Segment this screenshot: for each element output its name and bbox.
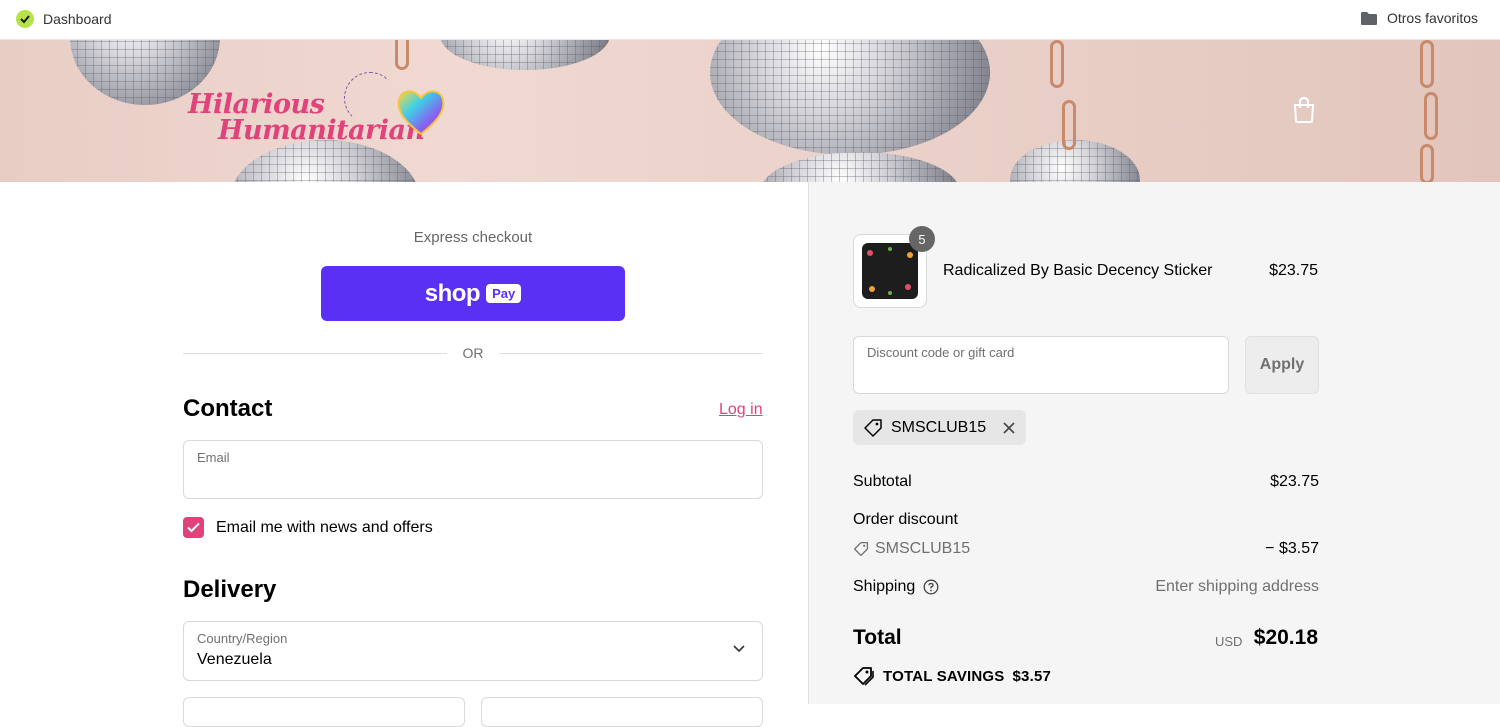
logo-arc-decoration <box>344 72 396 124</box>
chevron-down-icon <box>733 645 745 653</box>
order-discount-label: Order discount <box>853 511 958 528</box>
total-label: Total <box>853 626 902 649</box>
help-icon[interactable] <box>923 579 939 595</box>
sticker-image <box>862 243 918 299</box>
order-discount-row: Order discount <box>853 511 1319 529</box>
applied-discount-code: SMSCLUB15 <box>891 418 987 436</box>
total-savings-value: $3.57 <box>1012 667 1052 685</box>
total-currency: USD <box>1215 634 1243 649</box>
close-icon <box>1003 421 1015 434</box>
shipping-label: Shipping <box>853 578 916 595</box>
or-label: OR <box>462 345 484 361</box>
bookmark-other-favorites-label: Otros favoritos <box>1386 10 1478 26</box>
country-select[interactable]: Country/Region Venezuela <box>183 621 763 681</box>
bookmarks-bar: Dashboard Otros favoritos <box>0 0 1500 40</box>
tag-icon <box>864 418 882 437</box>
delivery-heading: Delivery <box>183 576 277 603</box>
disco-ball-image <box>760 152 960 182</box>
checkmark-icon <box>187 522 200 533</box>
order-discount-code: SMSCLUB15 <box>853 540 970 558</box>
checkout-form-panel: Express checkout shop Pay OR Contact Log… <box>0 182 808 727</box>
quantity-badge: 5 <box>909 226 935 252</box>
last-name-field[interactable] <box>481 697 763 727</box>
shop-pay-button[interactable]: shop Pay <box>321 266 625 321</box>
login-link[interactable]: Log in <box>719 401 763 419</box>
total-savings-label: TOTAL SAVINGS <box>883 667 1005 685</box>
tag-icon <box>853 541 869 557</box>
logo-line2: Humanitarian <box>218 115 425 146</box>
bookmark-other-favorites[interactable]: Otros favoritos <box>1360 10 1478 26</box>
shop-pay-chip: Pay <box>486 284 522 303</box>
product-price: $23.75 <box>1269 262 1318 279</box>
email-field[interactable]: Email <box>183 440 763 499</box>
chain-decoration <box>1420 40 1434 88</box>
total-value: $20.18 <box>1253 626 1318 649</box>
tag-icon <box>854 667 874 686</box>
disco-ball-image <box>440 40 610 70</box>
total-savings: TOTAL SAVINGS $3.57 <box>853 666 1051 686</box>
disco-ball-image <box>230 140 420 182</box>
order-discount-value: − $3.57 <box>1265 540 1319 557</box>
or-divider: OR <box>183 344 763 362</box>
email-field-label: Email <box>197 450 230 465</box>
chain-decoration <box>1062 100 1076 150</box>
heart-icon <box>397 90 445 136</box>
folder-icon <box>1360 11 1377 25</box>
bookmark-dashboard[interactable]: Dashboard <box>16 10 112 28</box>
country-select-value: Venezuela <box>197 651 272 668</box>
subtotal-label: Subtotal <box>853 473 912 490</box>
discount-code-input[interactable]: Discount code or gift card <box>853 336 1229 394</box>
order-discount-code-text: SMSCLUB15 <box>875 540 971 557</box>
shop-pay-wordmark: shop <box>424 279 481 307</box>
applied-discount-chip: SMSCLUB15 <box>853 410 1027 445</box>
contact-heading: Contact <box>183 395 273 422</box>
shipping-row: Shipping Enter shipping address <box>853 578 1319 596</box>
discount-code-placeholder: Discount code or gift card <box>867 345 1015 360</box>
remove-discount-button[interactable] <box>1002 421 1016 435</box>
shopping-bag-icon[interactable] <box>1292 96 1316 124</box>
first-name-field[interactable] <box>183 697 465 727</box>
country-select-label: Country/Region <box>197 631 288 646</box>
product-name: Radicalized By Basic Decency Sticker <box>943 262 1213 279</box>
subtotal-value: $23.75 <box>1270 473 1319 490</box>
order-discount-code-row: SMSCLUB15 − $3.57 <box>853 540 1319 562</box>
apply-discount-button[interactable]: Apply <box>1245 336 1319 394</box>
shipping-label-group: Shipping <box>853 578 939 596</box>
bookmark-dashboard-label: Dashboard <box>43 11 112 27</box>
store-banner: Hilarious Humanitarian <box>0 40 1500 182</box>
chain-decoration <box>1050 40 1064 88</box>
newsletter-option: Email me with news and offers <box>183 517 433 538</box>
dashboard-favicon-icon <box>16 10 34 28</box>
order-summary-panel: 5 Radicalized By Basic Decency Sticker $… <box>808 182 1500 704</box>
chain-decoration <box>395 40 409 70</box>
store-logo[interactable]: Hilarious Humanitarian <box>188 72 445 146</box>
shipping-value: Enter shipping address <box>1155 578 1319 595</box>
chain-decoration <box>1424 92 1438 140</box>
chain-decoration <box>1420 144 1434 182</box>
disco-ball-image <box>710 40 990 155</box>
newsletter-checkbox[interactable] <box>183 517 204 538</box>
sticker-decoration <box>867 247 913 295</box>
subtotal-row: Subtotal $23.75 <box>853 473 1319 491</box>
newsletter-label: Email me with news and offers <box>216 518 433 536</box>
express-checkout-label: Express checkout <box>413 229 533 246</box>
